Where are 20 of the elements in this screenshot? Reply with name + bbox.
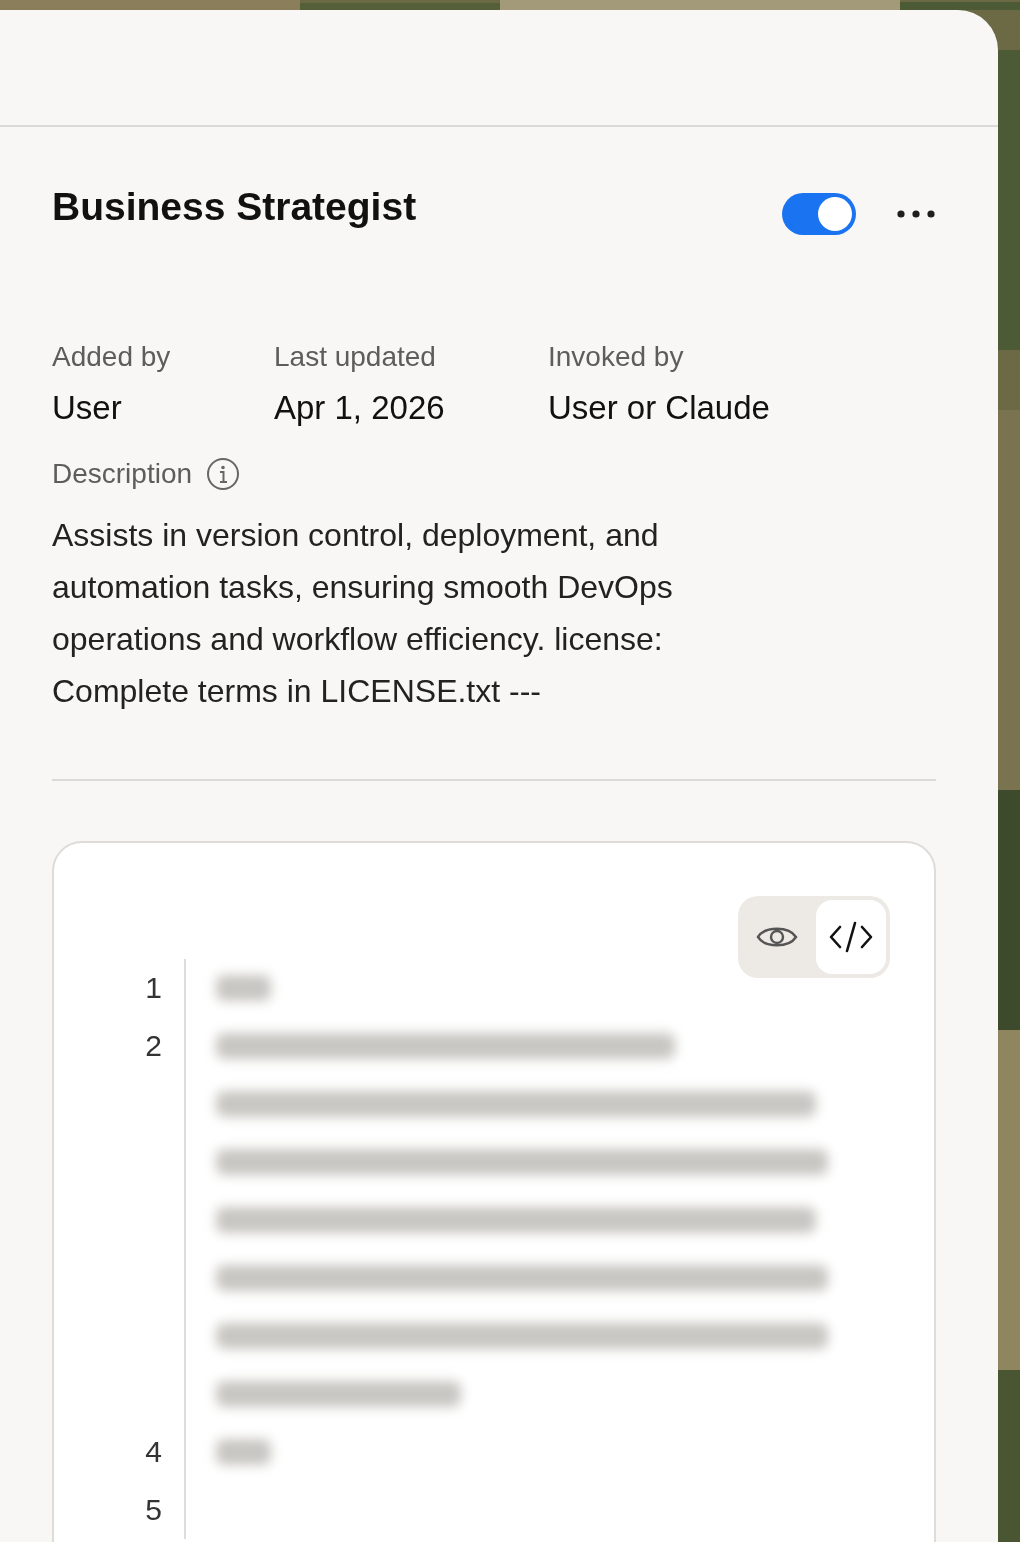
- skill-title: Business Strategist: [52, 185, 417, 229]
- meta-value: User: [52, 389, 123, 427]
- meta-label: Invoked by: [548, 341, 685, 373]
- info-icon[interactable]: [206, 457, 241, 491]
- line-number: 5: [144, 1492, 163, 1528]
- code-icon: [828, 920, 874, 954]
- more-icon[interactable]: [896, 209, 936, 219]
- line-number: 1: [144, 970, 163, 1006]
- code-view-button[interactable]: [816, 900, 886, 974]
- meta-value: User or Claude: [548, 389, 771, 427]
- meta-label: Added by: [52, 341, 172, 373]
- description-label: Description: [52, 458, 193, 490]
- line-number: 2: [144, 1028, 163, 1064]
- enable-toggle[interactable]: [782, 193, 856, 235]
- blurred-code-line: [216, 1439, 272, 1465]
- line-number: 4: [144, 1434, 163, 1470]
- blurred-code-line: [216, 975, 272, 1001]
- description-text: Assists in version control, deployment, and automation tasks, ensuring smooth DevOps operations and workflow efficiency. license: Complete terms in LICENSE.txt ---: [52, 516, 674, 711]
- meta-value: Apr 1, 2026: [274, 389, 446, 427]
- meta-label: Last updated: [274, 341, 437, 373]
